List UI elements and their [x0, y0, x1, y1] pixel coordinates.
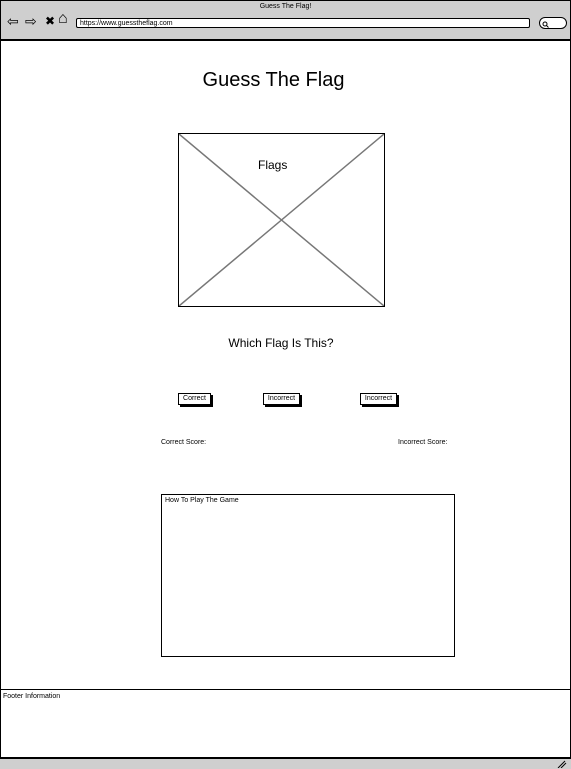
search-icon — [542, 21, 549, 28]
window-title: Guess The Flag! — [259, 3, 312, 10]
answer-button-incorrect-1[interactable]: Incorrect — [263, 393, 300, 405]
how-to-play-panel: How To Play The Game — [161, 494, 455, 657]
back-arrow-icon[interactable]: ⇦ — [7, 13, 19, 29]
page-title: Guess The Flag — [202, 69, 345, 91]
browser-toolbar: Guess The Flag! ⇦ ⇨ ✖ ⌂ https://www.gues… — [1, 1, 570, 41]
resize-grip-icon[interactable] — [557, 760, 567, 768]
url-field[interactable]: https://www.guesstheflag.com — [76, 18, 530, 28]
question-text: Which Flag Is This? — [228, 336, 334, 350]
footer-divider — [1, 689, 571, 690]
answer-button-incorrect-2[interactable]: Incorrect — [360, 393, 397, 405]
home-icon[interactable]: ⌂ — [58, 11, 68, 27]
flag-placeholder-label: Flags — [258, 158, 288, 172]
browser-search-field[interactable] — [539, 17, 567, 29]
how-to-play-title: How To Play The Game — [165, 497, 239, 504]
browser-window: Guess The Flag! ⇦ ⇨ ✖ ⌂ https://www.gues… — [0, 0, 571, 769]
close-icon[interactable]: ✖ — [45, 13, 55, 29]
correct-score-label: Correct Score: — [161, 439, 207, 446]
status-bar — [0, 757, 571, 769]
answer-button-correct[interactable]: Correct — [178, 393, 211, 405]
incorrect-score-label: Incorrect Score: — [398, 439, 448, 446]
forward-arrow-icon[interactable]: ⇨ — [25, 13, 37, 29]
footer-text: Footer Information — [3, 693, 61, 700]
